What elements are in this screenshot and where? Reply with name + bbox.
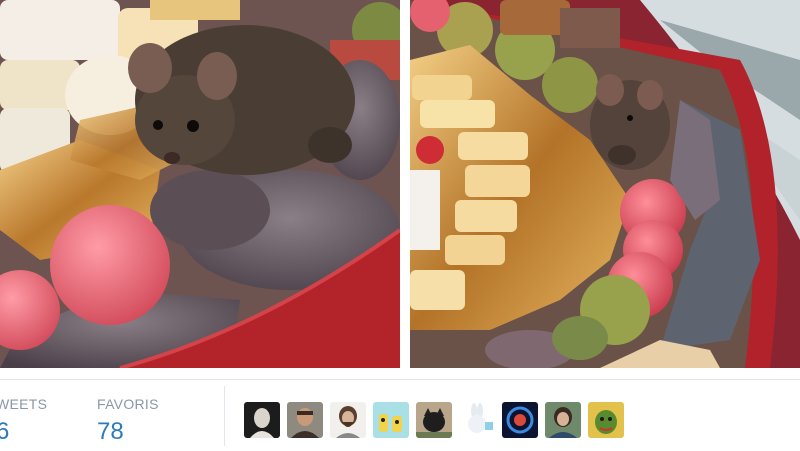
mouse-candy-photo-icon bbox=[0, 0, 400, 368]
retweets-count: 6 bbox=[0, 418, 10, 445]
favorites-label: FAVORIS bbox=[97, 396, 159, 412]
favorited-by-avatars bbox=[244, 402, 624, 440]
tweet-photo-left[interactable] bbox=[0, 0, 400, 368]
avatar-man-portrait-icon[interactable] bbox=[287, 402, 323, 438]
avatar-woman-portrait-icon[interactable] bbox=[545, 402, 581, 438]
avatar-dark-portrait-icon[interactable] bbox=[244, 402, 280, 438]
photo-gap bbox=[400, 0, 410, 368]
tweet-stats-bar: WEETS 6 FAVORIS 78 bbox=[0, 379, 800, 451]
tweet-photo-right[interactable] bbox=[410, 0, 800, 368]
stats-divider bbox=[224, 386, 225, 446]
favorites-count: 78 bbox=[97, 418, 124, 445]
retweets-label: WEETS bbox=[0, 396, 48, 412]
retweets-stat[interactable]: WEETS 6 bbox=[0, 396, 47, 446]
avatar-cartoon-figures-icon[interactable] bbox=[373, 402, 409, 438]
favorites-stat[interactable]: FAVORIS 78 bbox=[97, 396, 159, 446]
avatar-bearded-man-icon[interactable] bbox=[330, 402, 366, 438]
mouse-candy-wide-photo-icon bbox=[410, 0, 800, 368]
avatar-white-rabbit-icon[interactable] bbox=[459, 402, 495, 438]
avatar-green-illustration-icon[interactable] bbox=[588, 402, 624, 438]
avatar-blue-circle-logo-icon[interactable] bbox=[502, 402, 538, 438]
avatar-cat-icon[interactable] bbox=[416, 402, 452, 438]
